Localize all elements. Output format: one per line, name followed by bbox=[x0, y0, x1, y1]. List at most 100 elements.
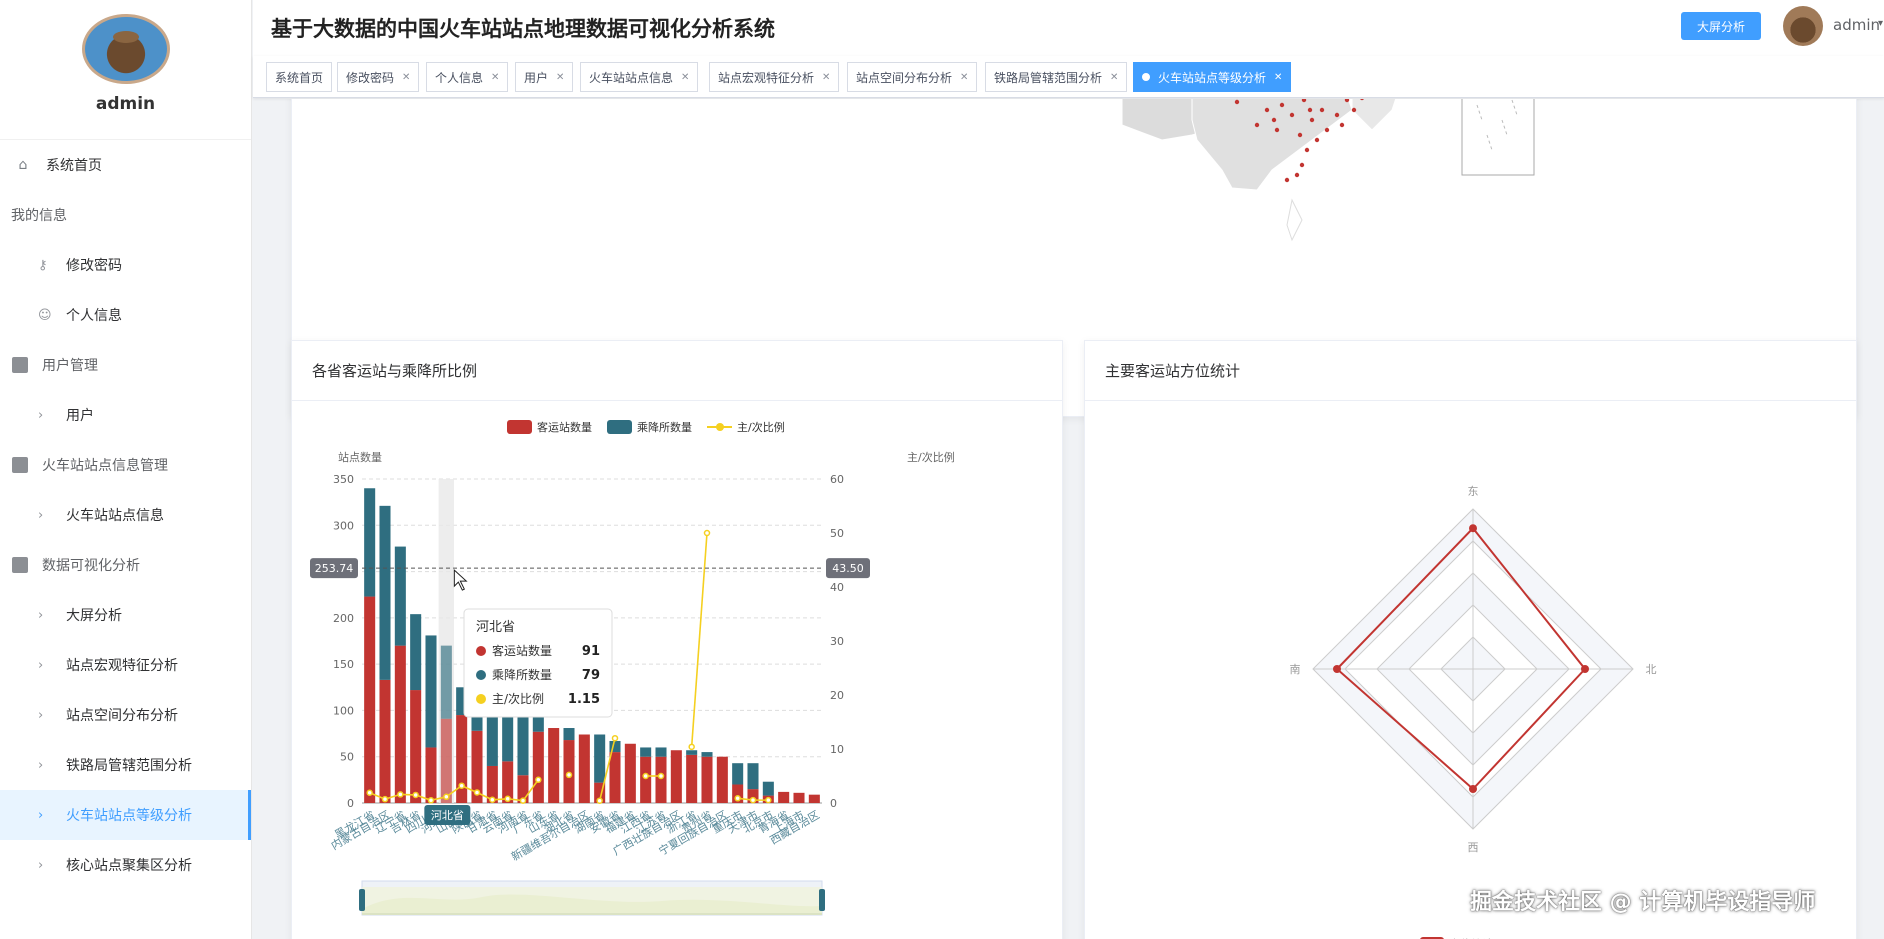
bar-stop-point bbox=[594, 734, 606, 783]
direction-radar-chart[interactable]: 东北西南方位统计 bbox=[1085, 401, 1857, 939]
legend-label: 客运站数量 bbox=[537, 420, 592, 434]
y2-axis-name: 主/次比例 bbox=[907, 450, 955, 464]
radar-point bbox=[1333, 665, 1341, 673]
tooltip-title: 河北省 bbox=[476, 620, 515, 635]
legend-swatch bbox=[607, 420, 632, 434]
active-dot-icon bbox=[1142, 73, 1150, 81]
tab-home[interactable]: 系统首页 bbox=[266, 62, 333, 92]
direction-chart-card: 主要客运站方位统计 东北西南方位统计 bbox=[1084, 340, 1857, 939]
radar-point bbox=[1581, 665, 1589, 673]
y-tick-label: 50 bbox=[340, 751, 354, 764]
user-icon: ☺ bbox=[38, 307, 52, 323]
data-zoom-handle-right bbox=[819, 889, 825, 911]
legend-label: 乘降所数量 bbox=[637, 420, 692, 434]
sidebar-item-label: 铁路局管辖范围分析 bbox=[66, 758, 192, 774]
chevron-right-icon: › bbox=[38, 607, 44, 623]
ratio-point bbox=[381, 795, 389, 803]
watermark: 掘金技术社区 @ 计算机毕设指导师 bbox=[1470, 890, 1816, 915]
avatar[interactable] bbox=[81, 14, 170, 84]
sidebar-item-label: 火车站站点信息 bbox=[66, 508, 164, 524]
bar-passenger-station bbox=[456, 715, 468, 803]
sidebar-group-station-management[interactable]: 火车站站点信息管理 bbox=[0, 440, 251, 490]
tooltip-marker bbox=[476, 646, 486, 656]
bar-passenger-station bbox=[440, 718, 452, 803]
sidebar-item-profile[interactable]: ☺ 个人信息 bbox=[0, 290, 251, 340]
bar-stop-point bbox=[686, 750, 698, 755]
bar-passenger-station bbox=[379, 679, 391, 803]
y2-tick-label: 20 bbox=[830, 689, 844, 702]
sidebar-item-spatial-distribution[interactable]: › 站点空间分布分析 bbox=[0, 690, 251, 740]
legend-swatch bbox=[507, 420, 532, 434]
sidebar-item-label: 火车站站点等级分析 bbox=[66, 808, 192, 824]
y-tick-label: 200 bbox=[333, 612, 354, 625]
ratio-bar-chart[interactable]: 客运站数量乘降所数量主/次比例站点数量主/次比例0501001502002503… bbox=[292, 401, 1063, 939]
bar-passenger-station bbox=[778, 791, 790, 803]
close-icon[interactable]: ✕ bbox=[402, 72, 410, 83]
tab-spatial-distribution[interactable]: 站点空间分布分析 ✕ bbox=[847, 62, 978, 92]
sidebar-item-macro-features[interactable]: › 站点宏观特征分析 bbox=[0, 640, 251, 690]
close-icon[interactable]: ✕ bbox=[556, 72, 564, 83]
radar-point bbox=[1469, 785, 1477, 793]
tab-macro-features[interactable]: 站点宏观特征分析 ✕ bbox=[709, 62, 840, 92]
close-icon[interactable]: ✕ bbox=[1274, 72, 1282, 83]
sidebar-item-core-cluster[interactable]: › 核心站点聚集区分析 bbox=[0, 840, 251, 890]
tooltip-label: 客运站数量 bbox=[492, 643, 552, 658]
sidebar-group-user-management[interactable]: 用户管理 bbox=[0, 340, 251, 390]
close-icon[interactable]: ✕ bbox=[491, 72, 499, 83]
sidebar-item-railway-bureau[interactable]: › 铁路局管辖范围分析 bbox=[0, 740, 251, 790]
bar-passenger-station bbox=[701, 756, 713, 803]
data-zoom-slider[interactable] bbox=[359, 880, 825, 916]
y2-tick-label: 50 bbox=[830, 527, 844, 540]
close-icon[interactable]: ✕ bbox=[822, 72, 830, 83]
tab-user[interactable]: 用户 ✕ bbox=[515, 62, 574, 92]
briefcase-icon bbox=[12, 357, 28, 373]
sidebar-item-user[interactable]: › 用户 bbox=[0, 390, 251, 440]
y-tick-label: 100 bbox=[333, 704, 354, 717]
sidebar-item-home[interactable]: ⌂ 系统首页 bbox=[0, 140, 251, 190]
tab-station-info[interactable]: 火车站站点信息 ✕ bbox=[580, 62, 699, 92]
bar-stop-point bbox=[655, 747, 667, 757]
card-title: 主要客运站方位统计 bbox=[1085, 341, 1856, 401]
sidebar-group-data-visualization[interactable]: 数据可视化分析 bbox=[0, 540, 251, 590]
bar-passenger-station bbox=[532, 731, 544, 803]
ratio-point bbox=[504, 795, 511, 803]
tooltip-label: 主/次比例 bbox=[492, 692, 544, 706]
chevron-right-icon: › bbox=[38, 857, 44, 873]
ratio-point bbox=[642, 772, 649, 780]
sidebar-item-label: 站点空间分布分析 bbox=[66, 708, 178, 724]
ratio-point bbox=[688, 743, 695, 751]
sidebar-item-label: 个人信息 bbox=[66, 308, 122, 324]
sidebar-group-label: 火车站站点信息管理 bbox=[42, 458, 168, 474]
bar-passenger-station bbox=[716, 756, 728, 803]
header-avatar[interactable] bbox=[1783, 6, 1823, 46]
bigscreen-button[interactable]: 大屏分析 bbox=[1681, 12, 1761, 40]
bar-stop-point bbox=[410, 614, 422, 691]
chevron-right-icon: › bbox=[38, 757, 44, 773]
bar-stop-point bbox=[747, 763, 759, 790]
ratio-line bbox=[690, 532, 708, 747]
tab-label: 修改密码 bbox=[346, 70, 395, 85]
header-admin-name[interactable]: admin bbox=[1833, 16, 1880, 34]
close-icon[interactable]: ✕ bbox=[681, 72, 689, 83]
close-icon[interactable]: ✕ bbox=[960, 72, 968, 83]
bar-passenger-station bbox=[609, 752, 621, 803]
sidebar-item-station-info[interactable]: › 火车站站点信息 bbox=[0, 490, 251, 540]
ratio-point bbox=[519, 797, 527, 804]
sidebar-item-station-grade[interactable]: › 火车站站点等级分析 bbox=[0, 790, 251, 840]
main-content: 各省客运站与乘降所比例 客运站数量 乘降所数量 主/次比例 站点数量 主/次比例 0 50 1… bbox=[253, 99, 1884, 939]
sidebar-group-my-info[interactable]: 我的信息 bbox=[0, 190, 251, 240]
tab-profile[interactable]: 个人信息 ✕ bbox=[426, 62, 509, 92]
tab-change-password[interactable]: 修改密码 ✕ bbox=[337, 62, 420, 92]
data-zoom-window bbox=[362, 887, 822, 913]
sidebar-item-bigscreen[interactable]: › 大屏分析 bbox=[0, 590, 251, 640]
y2-tick-label: 0 bbox=[830, 797, 837, 810]
bar-stop-point bbox=[440, 645, 452, 719]
y2-tick-label: 10 bbox=[830, 743, 844, 756]
close-icon[interactable]: ✕ bbox=[1110, 72, 1118, 83]
tooltip-value: 79 bbox=[582, 668, 600, 683]
sidebar-item-change-password[interactable]: ⚷ 修改密码 bbox=[0, 240, 251, 290]
caret-down-icon[interactable]: ▾ bbox=[1878, 18, 1883, 29]
tab-station-grade[interactable]: 火车站站点等级分析 ✕ bbox=[1133, 62, 1292, 92]
tab-railway-bureau[interactable]: 铁路局管辖范围分析 ✕ bbox=[985, 62, 1128, 92]
sidebar-group-label: 用户管理 bbox=[42, 358, 98, 374]
